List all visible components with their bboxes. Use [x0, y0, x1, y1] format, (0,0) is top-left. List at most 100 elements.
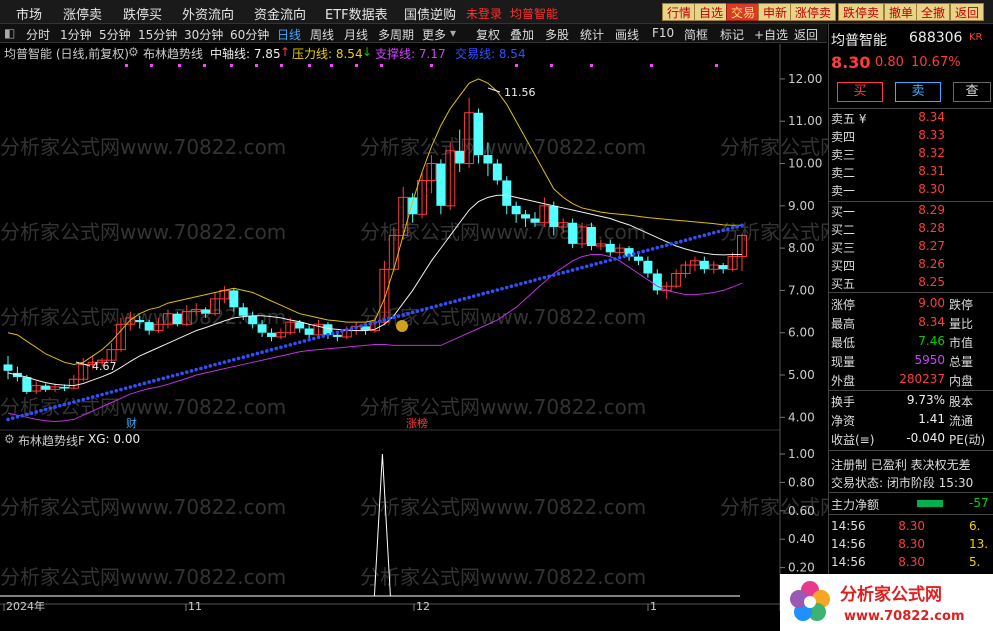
tool-simple-frame[interactable]: 简框	[684, 26, 708, 43]
bid-row[interactable]: 买一 8.29	[831, 203, 991, 221]
menu-capital-flow[interactable]: 资金流向	[254, 4, 306, 23]
period-tab-multi[interactable]: 多周期	[378, 26, 414, 43]
trade-line-dot	[439, 303, 443, 307]
price-tick-label: 7.00	[788, 283, 815, 297]
tool-back[interactable]: 返回	[794, 26, 818, 43]
trade-line-dot	[90, 395, 95, 399]
stat-row[interactable]: 外盘 280237 内盘	[831, 372, 991, 390]
period-tab-monthly[interactable]: 月线	[344, 26, 368, 43]
ipo-button[interactable]: 申新	[758, 3, 793, 21]
period-tab-15min[interactable]: 15分钟	[138, 26, 177, 43]
period-tab-5min[interactable]: 5分钟	[99, 26, 131, 43]
period-tab-1min[interactable]: 1分钟	[60, 26, 92, 43]
period-tab-intraday[interactable]: 分时	[26, 26, 50, 43]
quote-button[interactable]: 行情	[662, 3, 697, 21]
bid-row[interactable]: 买三 8.27	[831, 239, 991, 257]
signal-marker-dot	[280, 64, 283, 67]
period-tab-more[interactable]: 更多	[422, 26, 446, 43]
stat-row-value: 9.00	[918, 296, 945, 310]
candle-body	[530, 218, 540, 223]
trade-line-dot	[199, 366, 203, 371]
back-button[interactable]: 返回	[950, 3, 985, 21]
bid-row[interactable]: 买五 8.25	[831, 275, 991, 293]
stat-row[interactable]: 最低 7.46 市值	[831, 334, 991, 352]
trade-line-dot	[53, 405, 57, 409]
stat-row[interactable]: 最高 8.34 量比	[831, 315, 991, 333]
trade-line-dot	[481, 291, 486, 296]
panel-toggle-icon[interactable]: ◧	[4, 26, 15, 40]
tool-mark[interactable]: 标记	[720, 26, 744, 43]
tool-adjust[interactable]: 复权	[476, 26, 500, 43]
menu-limit-down-buy[interactable]: 跌停买	[123, 4, 162, 23]
trade-line-dot	[523, 280, 528, 285]
trade-button[interactable]: 交易	[726, 3, 761, 21]
tick-row[interactable]: 14:56 8.30 13.	[831, 537, 991, 555]
tool-overlay[interactable]: 叠加	[510, 26, 534, 43]
menu-reverse-repo[interactable]: 国债逆购	[404, 4, 456, 23]
trade-line-dot	[264, 349, 269, 353]
limit-up-sell-button[interactable]: 涨停卖	[790, 3, 837, 21]
trade-line-dot	[514, 283, 518, 287]
tool-stats[interactable]: 统计	[580, 26, 604, 43]
stat2-row-value: 1.41	[918, 412, 945, 426]
ask-row[interactable]: 卖四 8.33	[831, 128, 991, 146]
ask-row[interactable]: 卖五 ¥ 8.34	[831, 110, 991, 128]
period-tab-60min[interactable]: 60分钟	[230, 26, 269, 43]
indicator-settings-icon[interactable]: ⚙	[128, 45, 139, 59]
menu-foreign-flow[interactable]: 外资流向	[182, 4, 234, 23]
candle-body	[295, 322, 305, 329]
stat2-row[interactable]: 换手 9.73% 股本	[831, 393, 991, 411]
menu-etf-table[interactable]: ETF数据表	[325, 4, 388, 23]
stat2-row[interactable]: 净资 1.41 流通	[831, 412, 991, 430]
trade-line-dot	[655, 245, 660, 250]
period-tab-30min[interactable]: 30分钟	[184, 26, 223, 43]
tick-row[interactable]: 14:56 8.30 6.	[831, 519, 991, 537]
stat-row[interactable]: 现量 5950 总量	[831, 353, 991, 371]
menu-market[interactable]: 市场	[16, 4, 42, 23]
trade-line-dot	[307, 337, 311, 342]
cancel-all-button[interactable]: 全撤	[916, 3, 951, 21]
query-button[interactable]: 查	[953, 82, 991, 102]
more-chevron-icon[interactable]: ▾	[450, 26, 456, 40]
tick-row[interactable]: 14:56 8.30 5.	[831, 555, 991, 573]
ask-row[interactable]: 卖一 8.30	[831, 182, 991, 200]
sub-indicator-xg: XG: 0.00	[88, 432, 141, 446]
ask-row[interactable]: 卖三 8.32	[831, 146, 991, 164]
time-tick-label: 11	[188, 600, 202, 611]
menu-limit-up-sell[interactable]: 涨停卖	[63, 4, 102, 23]
period-tab-daily[interactable]: 日线	[277, 26, 301, 43]
ask-row[interactable]: 卖二 8.31	[831, 164, 991, 182]
trade-line-dot	[100, 392, 104, 397]
bid-row[interactable]: 买二 8.28	[831, 221, 991, 239]
trade-line-dot	[382, 318, 387, 322]
bid-row[interactable]: 买四 8.26	[831, 257, 991, 275]
trade-line-dot	[109, 390, 114, 394]
sub-indicator-name[interactable]: 布林趋势线F	[18, 432, 85, 449]
sub-indicator-settings-icon[interactable]: ⚙	[4, 432, 15, 446]
trade-line-dot	[48, 406, 53, 411]
trade-line-dot	[401, 313, 406, 317]
tool-f10[interactable]: F10	[652, 26, 674, 40]
trade-line-dot	[321, 334, 326, 338]
tool-draw[interactable]: 画线	[615, 26, 639, 43]
ask-row-label: 卖一	[831, 184, 856, 198]
quote-change: 0.80	[875, 55, 904, 70]
stat2-row[interactable]: 收益(≡) -0.040 PE(动)	[831, 431, 991, 449]
period-tab-weekly[interactable]: 周线	[310, 26, 334, 43]
logo-text: 分析家公式网	[840, 584, 942, 605]
signal-marker-dot	[515, 64, 518, 67]
login-status[interactable]: 未登录	[466, 5, 502, 22]
watchlist-button[interactable]: 自选	[694, 3, 729, 21]
sell-button[interactable]: 卖	[895, 82, 941, 102]
trade-line-dot	[269, 347, 274, 352]
buy-button[interactable]: 买	[837, 82, 883, 102]
trade-line-dot	[594, 262, 598, 266]
tool-multi-stock[interactable]: 多股	[545, 26, 569, 43]
cancel-order-button[interactable]: 撤单	[884, 3, 919, 21]
kline-chart[interactable]: 分析家公式网www.70822.com 分析家公式网www.70822.com 分析…	[0, 44, 828, 611]
stat-row[interactable]: 涨停 9.00 跌停	[831, 296, 991, 314]
indicator-name[interactable]: 布林趋势线	[143, 45, 203, 62]
trade-line-dot	[547, 274, 551, 279]
tool-add-watch[interactable]: +自选	[754, 26, 788, 43]
limit-down-sell-button[interactable]: 跌停卖	[838, 3, 885, 21]
